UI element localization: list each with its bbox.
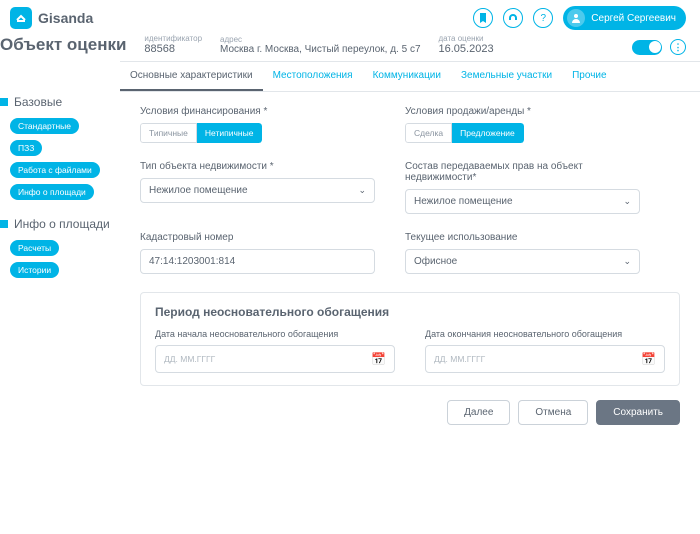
support-icon[interactable] (503, 8, 523, 28)
prop-type-select[interactable]: Нежилое помещение ⌄ (140, 178, 375, 203)
topbar-actions: ? Сергей Сергеевич (473, 6, 686, 30)
header-bar: Объект оценки идентификатор 88568 адрес … (0, 34, 700, 61)
form: Условия финансирования * Типичные Нетипи… (120, 92, 700, 284)
sidebar-item-standard[interactable]: Стандартные (10, 118, 79, 134)
sidebar: Базовые Стандартные ПЗЗ Работа с файлами… (0, 61, 120, 439)
field-period-end: Дата окончания неосновательного обогащен… (425, 329, 665, 373)
page-title: Объект оценки (0, 35, 126, 55)
current-use-select[interactable]: Офисное ⌄ (405, 249, 640, 274)
tabs: Основные характеристики Местоположения К… (120, 62, 700, 92)
meta-id: идентификатор 88568 (144, 34, 202, 55)
field-period-start: Дата начала неосновательного обогащения … (155, 329, 395, 373)
sidebar-item-calc[interactable]: Расчеты (10, 240, 59, 256)
pencil-icon: ✎ (635, 41, 647, 53)
sidebar-item-area-info[interactable]: Инфо о площади (10, 184, 94, 200)
meta-address: адрес Москва г. Москва, Чистый переулок,… (220, 35, 420, 55)
calendar-icon: 📅 (641, 352, 656, 366)
logo-icon (10, 7, 32, 29)
save-button[interactable]: Сохранить (596, 400, 680, 425)
field-sale: Условия продажи/аренды * Сделка Предложе… (405, 106, 640, 143)
help-icon[interactable]: ? (533, 8, 553, 28)
avatar-icon (567, 9, 585, 27)
edit-toggle[interactable]: ✎ (632, 40, 662, 55)
header-right: ✎ ⋮ (632, 39, 686, 55)
field-rights: Состав передаваемых прав на объект недви… (405, 161, 640, 214)
brand-name: Gisanda (38, 10, 93, 26)
period-end-input[interactable]: ДД. ММ.ГГГГ 📅 (425, 345, 665, 373)
topbar: Gisanda ? Сергей Сергеевич (0, 0, 700, 34)
user-menu[interactable]: Сергей Сергеевич (563, 6, 686, 30)
cancel-button[interactable]: Отмена (518, 400, 588, 425)
sidebar-group-basic[interactable]: Базовые (0, 91, 120, 115)
next-button[interactable]: Далее (447, 400, 510, 425)
tab-other[interactable]: Прочие (562, 62, 616, 91)
footer: Далее Отмена Сохранить (120, 386, 700, 439)
financing-segment[interactable]: Типичные Нетипичные (140, 123, 262, 143)
field-cadastral: Кадастровый номер 47:14:1203001:814 (140, 232, 375, 274)
bookmark-icon[interactable] (473, 8, 493, 28)
rights-select[interactable]: Нежилое помещение ⌄ (405, 189, 640, 214)
info-icon[interactable]: ⋮ (670, 39, 686, 55)
sidebar-group-area[interactable]: Инфо о площади (0, 213, 120, 237)
chevron-down-icon: ⌄ (358, 185, 366, 196)
field-financing: Условия финансирования * Типичные Нетипи… (140, 106, 375, 143)
sidebar-item-files[interactable]: Работа с файлами (10, 162, 100, 178)
period-box: Период неосновательного обогащения Дата … (140, 292, 680, 386)
square-icon (0, 220, 8, 228)
sidebar-item-history[interactable]: Истории (10, 262, 59, 278)
period-title: Период неосновательного обогащения (155, 305, 665, 319)
sale-segment[interactable]: Сделка Предложение (405, 123, 524, 143)
main: Основные характеристики Местоположения К… (120, 61, 700, 439)
cadastral-input[interactable]: 47:14:1203001:814 (140, 249, 375, 274)
field-current-use: Текущее использование Офисное ⌄ (405, 232, 640, 274)
tab-locations[interactable]: Местоположения (263, 62, 363, 91)
meta-date: дата оценки 16.05.2023 (439, 34, 494, 55)
period-start-input[interactable]: ДД. ММ.ГГГГ 📅 (155, 345, 395, 373)
calendar-icon: 📅 (371, 352, 386, 366)
logo[interactable]: Gisanda (10, 7, 93, 29)
sidebar-item-pzz[interactable]: ПЗЗ (10, 140, 42, 156)
user-name: Сергей Сергеевич (591, 13, 676, 24)
tab-comms[interactable]: Коммуникации (363, 62, 451, 91)
chevron-down-icon: ⌄ (623, 196, 631, 207)
tab-main-chars[interactable]: Основные характеристики (120, 62, 263, 91)
tab-land[interactable]: Земельные участки (451, 62, 562, 91)
square-icon (0, 98, 8, 106)
chevron-down-icon: ⌄ (623, 256, 631, 267)
field-prop-type: Тип объекта недвижимости * Нежилое помещ… (140, 161, 375, 214)
